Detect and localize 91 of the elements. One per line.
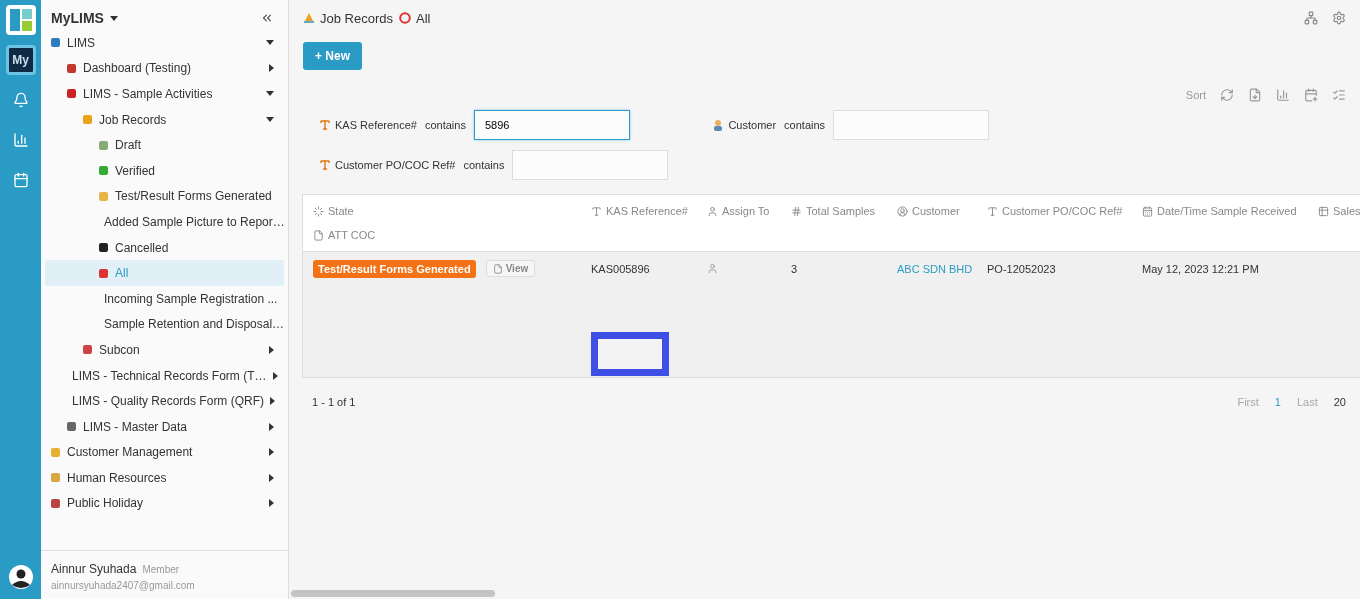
- column-header[interactable]: Customer: [912, 205, 960, 217]
- item-icon: [50, 472, 61, 484]
- breadcrumb-item[interactable]: All: [416, 10, 431, 26]
- boat-icon: [303, 12, 315, 24]
- tree-item[interactable]: Customer Management: [45, 439, 284, 466]
- item-icon: [50, 37, 61, 49]
- table-cell-text: KAS005896: [591, 262, 651, 275]
- filter-field[interactable]: 5896: [473, 110, 630, 140]
- avatar[interactable]: [8, 565, 33, 589]
- page-size[interactable]: 20: [1333, 396, 1346, 408]
- tree-item[interactable]: Public Holiday: [45, 490, 284, 517]
- item-icon: [98, 242, 109, 254]
- user-name: Ainnur Syuhada: [51, 562, 137, 576]
- filter-field[interactable]: [833, 110, 990, 140]
- file-download-icon[interactable]: [1248, 88, 1262, 102]
- column-header[interactable]: KAS Reference#: [606, 205, 688, 217]
- calendar-plus-icon[interactable]: [1304, 88, 1318, 102]
- filter-label: Customer PO/COC Ref#: [335, 159, 456, 171]
- item-icon: [98, 165, 109, 177]
- column-header[interactable]: ATT COC: [328, 229, 376, 241]
- state-badge: Test/Result Forms Generated: [313, 259, 476, 278]
- column-header[interactable]: Customer PO/COC Ref#: [1002, 205, 1123, 217]
- table-cell-text: 3: [791, 262, 799, 275]
- tree-item[interactable]: Cancelled: [45, 234, 284, 261]
- text-type-icon: [987, 205, 998, 217]
- tree-item[interactable]: Test/Result Forms Generated: [45, 183, 284, 210]
- filter-operator: contains: [463, 159, 505, 171]
- assign-user-icon[interactable]: [707, 263, 718, 274]
- item-icon: [50, 446, 61, 458]
- tree-item[interactable]: LIMS: [45, 30, 284, 56]
- filter-label: KAS Reference#: [335, 119, 417, 131]
- settings-icon[interactable]: [1332, 11, 1346, 25]
- text-type-icon: [319, 119, 331, 131]
- table-cell-text: PO-12052023: [987, 262, 1057, 275]
- tree-item[interactable]: Incoming Sample Registration ...: [45, 285, 284, 312]
- item-icon: [98, 139, 109, 151]
- item-icon: [82, 344, 93, 356]
- column-header[interactable]: Sales: [1333, 205, 1360, 217]
- column-header[interactable]: Total Samples: [806, 205, 876, 217]
- person-icon: [897, 205, 908, 217]
- column-header[interactable]: Date/Time Sample Received: [1157, 205, 1297, 217]
- spinner-icon: [313, 205, 324, 217]
- tree-item[interactable]: Sample Retention and Disposal…: [45, 311, 284, 338]
- table-cell-text: May 12, 2023 12:21 PM: [1142, 262, 1260, 275]
- tree-item[interactable]: LIMS - Sample Activities: [45, 81, 284, 107]
- collapse-icon[interactable]: [260, 11, 274, 25]
- tree-item[interactable]: LIMS - Technical Records Form (T…: [45, 362, 284, 389]
- item-icon: [50, 498, 61, 509]
- workspace-badge[interactable]: My: [5, 45, 36, 75]
- app-logo[interactable]: [5, 5, 36, 35]
- breadcrumb-item[interactable]: Job Records: [320, 10, 393, 26]
- tree-item[interactable]: Verified: [45, 157, 284, 184]
- refresh-icon[interactable]: [1220, 88, 1234, 102]
- filter-field[interactable]: [512, 150, 669, 180]
- checklist-icon[interactable]: [1332, 88, 1346, 102]
- scrollbar-thumb[interactable]: [291, 590, 495, 597]
- tree-item[interactable]: Added Sample Picture to Repor…: [45, 209, 284, 235]
- sitemap-icon[interactable]: [1304, 11, 1318, 25]
- pagination-summary: 1 - 1 of 1: [312, 396, 356, 408]
- person-icon: [712, 119, 725, 131]
- user-email: ainnursyuhada2407@gmail.com: [51, 580, 196, 591]
- tree-item[interactable]: Draft: [45, 132, 284, 158]
- item-icon: [66, 88, 77, 100]
- calendar-icon: [1142, 205, 1153, 217]
- tree-item[interactable]: Human Resources: [45, 465, 284, 491]
- ring-icon: [399, 12, 411, 24]
- tree-item[interactable]: Subcon: [45, 337, 284, 363]
- filter-operator: contains: [784, 119, 826, 131]
- workspace-title[interactable]: MyLIMS: [51, 10, 118, 26]
- hash-icon: [791, 205, 802, 217]
- user-role: Member: [142, 564, 180, 575]
- file-icon: [492, 263, 503, 274]
- filter-operator: contains: [424, 119, 466, 131]
- text-type-icon: [319, 159, 331, 171]
- file-icon: [313, 229, 324, 241]
- user-icon: [707, 205, 718, 217]
- column-header[interactable]: Assign To: [722, 205, 770, 217]
- item-icon: [66, 62, 77, 74]
- column-header[interactable]: State: [328, 205, 354, 217]
- filter-label: Customer: [728, 119, 777, 131]
- item-icon: [98, 190, 109, 202]
- tree-item[interactable]: LIMS - Master Data: [45, 413, 284, 440]
- bar-chart-icon[interactable]: [1276, 88, 1290, 102]
- tree-item[interactable]: LIMS - Quality Records Form (QRF): [45, 388, 284, 414]
- tree-item[interactable]: Job Records: [45, 106, 284, 133]
- item-icon: [66, 421, 77, 433]
- item-icon: [98, 267, 109, 279]
- text-type-icon: [591, 205, 602, 217]
- table-icon: [1318, 205, 1329, 217]
- item-icon: [82, 114, 93, 126]
- tree-item[interactable]: Dashboard (Testing): [45, 55, 284, 82]
